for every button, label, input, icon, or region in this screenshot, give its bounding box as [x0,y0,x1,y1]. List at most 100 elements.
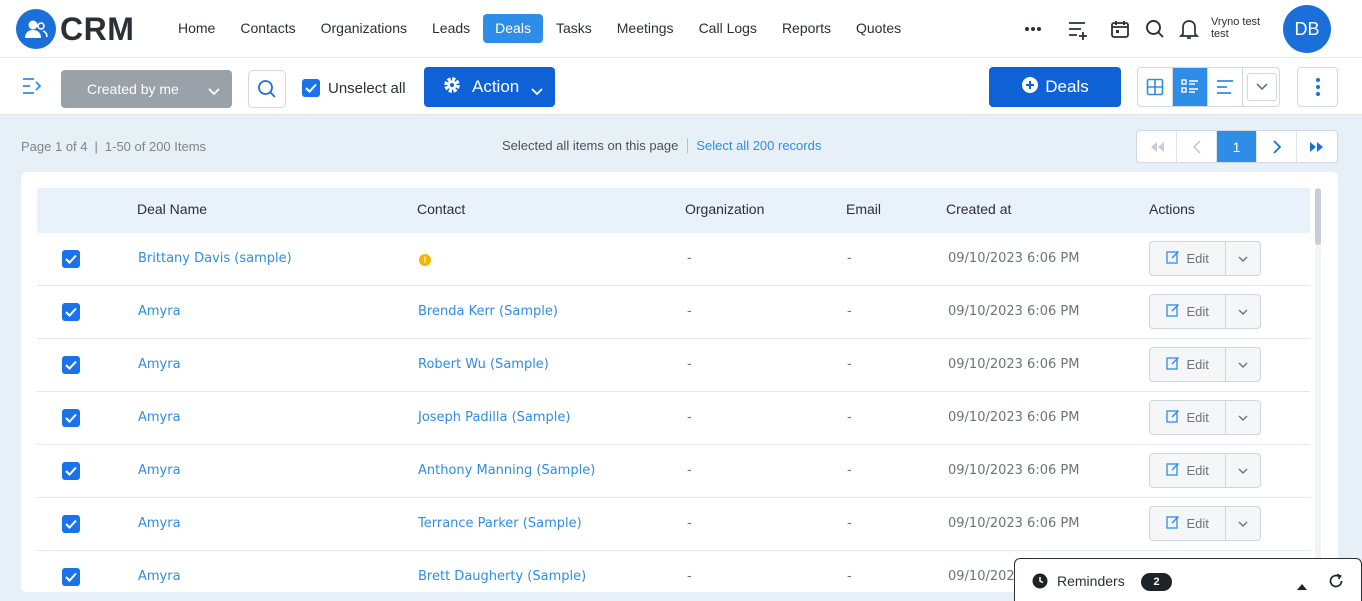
contact-link[interactable]: Robert Wu (Sample) [418,357,549,372]
row-checkbox[interactable] [62,303,80,321]
page-info: Page 1 of 4 | 1-50 of 200 Items [21,139,206,154]
contact-link[interactable]: Terrance Parker (Sample) [418,516,582,531]
edit-icon [1166,356,1180,373]
contact-link[interactable]: Brenda Kerr (Sample) [418,304,558,319]
nav-organizations[interactable]: Organizations [309,14,419,43]
column-contact[interactable]: Contact [417,201,465,217]
row-actions-dropdown[interactable] [1226,507,1260,540]
column-organization[interactable]: Organization [685,201,764,217]
column-deal-name[interactable]: Deal Name [137,201,207,217]
edit-button[interactable]: Edit [1150,454,1227,487]
sidebar-toggle-icon[interactable] [20,76,44,100]
row-actions-dropdown[interactable] [1226,454,1260,487]
chevron-down-icon [1238,468,1248,474]
table-row[interactable]: Amyra Terrance Parker (Sample) - - 09/10/202… [37,498,1310,551]
edit-button[interactable]: Edit [1150,348,1227,381]
created-at-cell: 09/10/2023 6:06 PM [948,516,1080,531]
nav-deals[interactable]: Deals [483,14,543,43]
search-icon [258,80,276,98]
row-checkbox[interactable] [62,250,80,268]
email-cell: - [847,516,852,531]
grid-view-icon[interactable] [1138,68,1173,106]
organization-cell: - [687,251,692,266]
deal-name-link[interactable]: Amyra [138,410,181,425]
table-row[interactable]: Amyra Robert Wu (Sample) - - 09/10/2023 6:06… [37,339,1310,392]
row-checkbox[interactable] [62,409,80,427]
create-deal-label: Deals [1045,77,1089,96]
nav-call-logs[interactable]: Call Logs [687,14,769,43]
edit-button[interactable]: Edit [1150,295,1227,328]
row-checkbox[interactable] [62,568,80,586]
nav-contacts[interactable]: Contacts [228,14,307,43]
action-label: Action [472,77,520,96]
table-row[interactable]: Amyra Anthony Manning (Sample) - - 09/10/202… [37,445,1310,498]
contact-link[interactable]: Brett Daugherty (Sample) [418,569,586,584]
unselect-all[interactable]: Unselect all [302,79,406,97]
row-actions-dropdown[interactable] [1226,242,1260,275]
bell-icon[interactable] [1177,17,1201,41]
create-deal-button[interactable]: Deals [989,67,1121,107]
select-all-records-link[interactable]: Select all 200 records [687,138,821,153]
edit-button[interactable]: Edit [1150,507,1227,540]
refresh-icon[interactable] [1328,573,1344,593]
last-page-icon[interactable] [1297,131,1337,162]
row-checkbox[interactable] [62,462,80,480]
organization-cell: - [687,516,692,531]
kanban-view-icon[interactable] [1208,68,1243,106]
edit-icon [1166,303,1180,320]
table-row[interactable]: Brittany Davis (sample)! - - 09/10/2023 6:0… [37,233,1310,286]
list-view-icon[interactable] [1173,68,1208,106]
user-icon [16,9,56,49]
edit-label: Edit [1186,463,1209,478]
search-icon[interactable] [1143,17,1167,41]
row-actions-dropdown[interactable] [1226,348,1260,381]
add-list-icon[interactable] [1066,18,1090,42]
column-created-at[interactable]: Created at [946,201,1011,217]
app-logo[interactable]: CRM [16,9,134,49]
scrollbar-thumb[interactable] [1315,188,1321,245]
kebab-menu-button[interactable] [1297,67,1338,107]
contact-link[interactable]: Anthony Manning (Sample) [418,463,595,478]
first-page-icon[interactable] [1137,131,1177,162]
row-actions-dropdown[interactable] [1226,295,1260,328]
deal-name-link[interactable]: Amyra [138,357,181,372]
deal-name-link[interactable]: Brittany Davis (sample) [138,251,292,266]
reminders-panel[interactable]: Reminders 2 [1014,558,1362,601]
row-checkbox[interactable] [62,356,80,374]
page-text: Page 1 of 4 [21,139,88,154]
table-row[interactable]: Amyra Brenda Kerr (Sample) - - 09/10/2023 6:… [37,286,1310,339]
contact-link[interactable]: Joseph Padilla (Sample) [418,410,570,425]
nav-quotes[interactable]: Quotes [844,14,913,43]
more-icon[interactable] [1022,20,1044,38]
email-cell: - [847,410,852,425]
next-page-icon[interactable] [1257,131,1297,162]
deal-name-link[interactable]: Amyra [138,463,181,478]
calendar-icon[interactable] [1108,17,1132,41]
chevron-up-icon[interactable] [1296,576,1308,595]
edit-button[interactable]: Edit [1150,401,1227,434]
action-button[interactable]: Action [424,67,555,107]
filter-select[interactable]: Created by me [61,70,232,108]
nav-tasks[interactable]: Tasks [544,14,604,43]
current-page[interactable]: 1 [1217,131,1257,162]
nav-meetings[interactable]: Meetings [605,14,686,43]
chevron-down-icon [1238,521,1248,527]
table-row[interactable]: Amyra Joseph Padilla (Sample) - - 09/10/2023… [37,392,1310,445]
view-options-dropdown[interactable] [1247,73,1277,101]
row-actions-dropdown[interactable] [1226,401,1260,434]
nav-reports[interactable]: Reports [770,14,843,43]
deal-name-link[interactable]: Amyra [138,516,181,531]
nav-home[interactable]: Home [166,14,227,43]
unselect-all-checkbox[interactable] [302,79,320,97]
table-scrollbar[interactable] [1315,188,1321,588]
search-button[interactable] [248,70,286,108]
deal-name-link[interactable]: Amyra [138,304,181,319]
column-email[interactable]: Email [846,201,881,217]
nav-leads[interactable]: Leads [420,14,482,43]
deal-name-link[interactable]: Amyra [138,569,181,584]
prev-page-icon[interactable] [1177,131,1217,162]
avatar[interactable]: DB [1283,5,1331,53]
edit-button[interactable]: Edit [1150,242,1227,275]
organization-cell: - [687,569,692,584]
row-checkbox[interactable] [62,515,80,533]
